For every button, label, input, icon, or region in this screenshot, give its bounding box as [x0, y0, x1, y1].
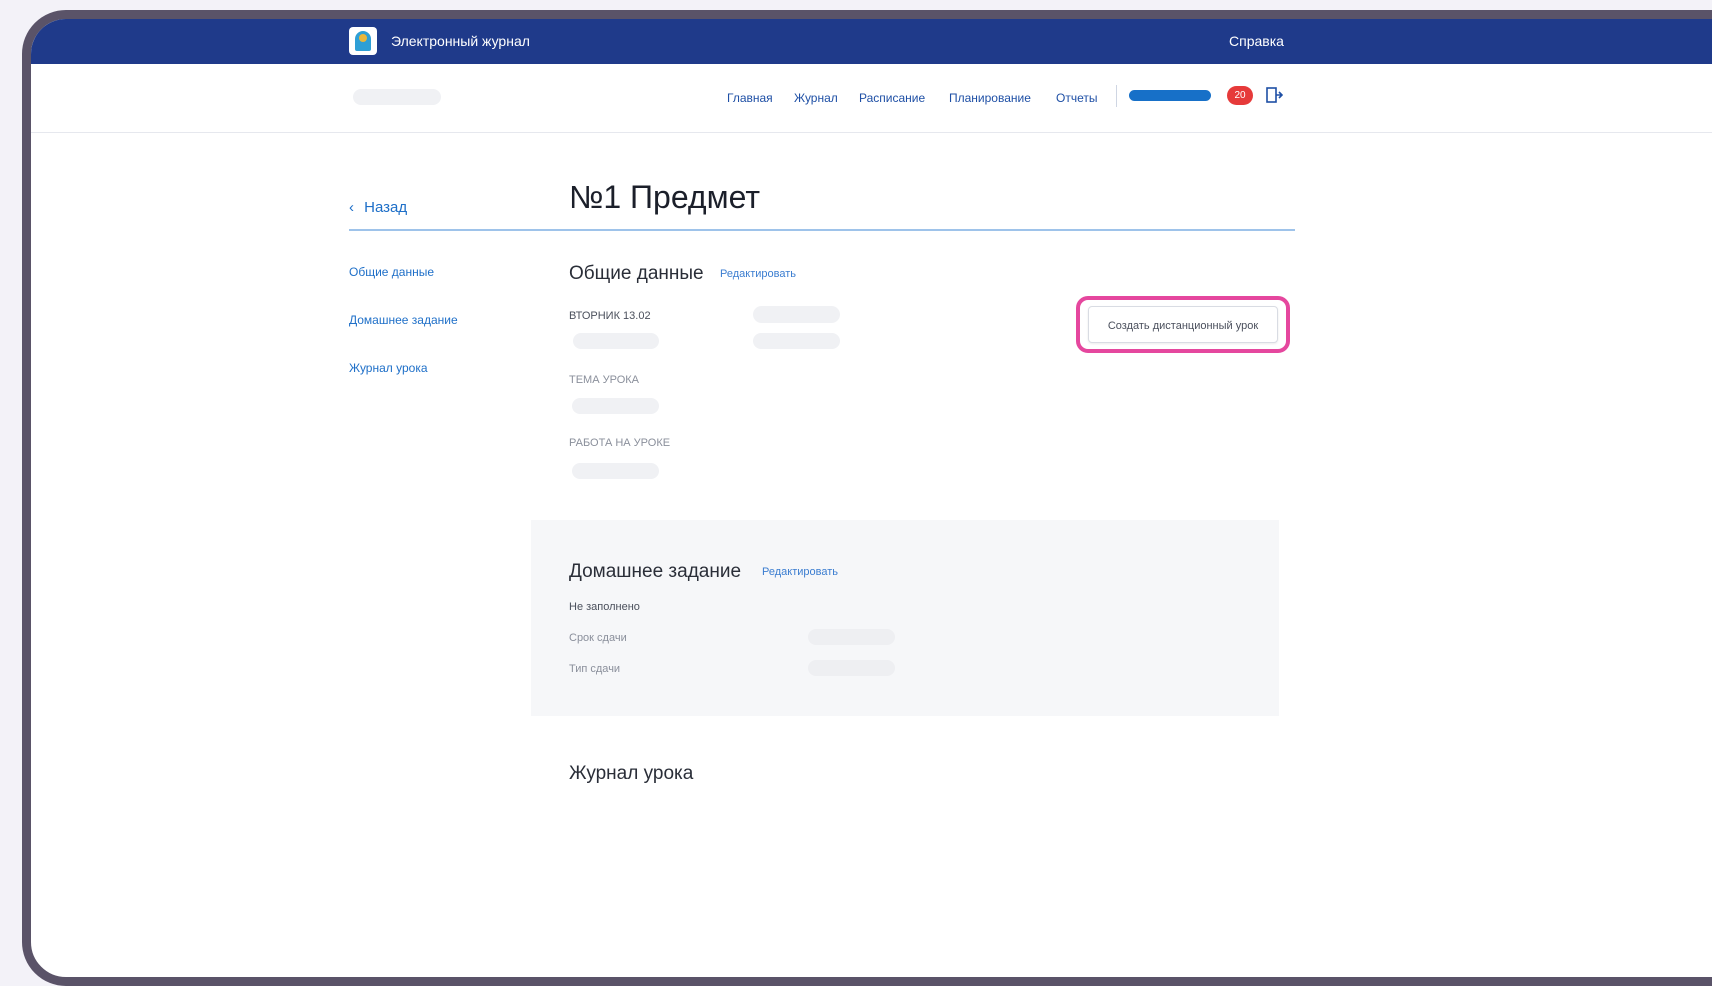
nav-item-planning[interactable]: Планирование [949, 91, 1031, 105]
lesson-work-label: РАБОТА НА УРОКЕ [569, 437, 671, 449]
notification-badge[interactable]: 20 [1227, 86, 1253, 105]
title-divider [349, 229, 1295, 231]
create-remote-lesson-button[interactable]: Создать дистанционный урок [1088, 306, 1278, 343]
user-name-placeholder[interactable] [1129, 90, 1211, 101]
homework-status: Не заполнено [569, 601, 640, 613]
homework-section-title: Домашнее задание [569, 561, 742, 582]
app-window: Электронный журнал Справка Главная Журна… [22, 10, 1712, 986]
lesson-work-placeholder [572, 463, 659, 479]
school-name-placeholder [353, 89, 441, 105]
lesson-topic-placeholder [572, 398, 659, 414]
submission-type-label: Тип сдачи [569, 663, 621, 675]
chevron-left-icon: ‹ [349, 199, 354, 216]
submission-type-placeholder [808, 660, 895, 676]
homework-panel [531, 520, 1279, 716]
nav-item-reports[interactable]: Отчеты [1056, 91, 1097, 105]
main-nav: Главная Журнал Расписание Планирование О… [31, 64, 1712, 133]
nav-divider [1116, 85, 1117, 107]
general-section-title: Общие данные [569, 263, 704, 284]
lesson-topic-label: ТЕМА УРОКА [569, 374, 639, 386]
lesson-log-section-title: Журнал урока [569, 763, 694, 784]
field-placeholder [573, 333, 659, 349]
deadline-placeholder [808, 629, 895, 645]
help-link[interactable]: Справка [1229, 33, 1284, 49]
field-placeholder [753, 306, 840, 323]
logout-icon[interactable] [1265, 86, 1283, 104]
general-edit-link[interactable]: Редактировать [720, 268, 796, 280]
deadline-label: Срок сдачи [569, 632, 627, 644]
nav-item-home[interactable]: Главная [727, 91, 773, 105]
page-title: №1 Предмет [569, 179, 760, 215]
sidebar-item-homework[interactable]: Домашнее задание [349, 313, 458, 327]
nav-item-schedule[interactable]: Расписание [859, 91, 925, 105]
top-bar: Электронный журнал Справка [31, 19, 1712, 64]
nav-item-journal[interactable]: Журнал [794, 91, 838, 105]
field-placeholder [753, 333, 840, 349]
app-title: Электронный журнал [391, 33, 530, 49]
sidebar-item-lesson-log[interactable]: Журнал урока [349, 361, 428, 375]
lesson-date-label: ВТОРНИК 13.02 [569, 310, 651, 322]
homework-edit-link[interactable]: Редактировать [762, 566, 838, 578]
app-logo-icon[interactable] [349, 27, 377, 55]
back-label: Назад [364, 199, 408, 216]
back-link[interactable]: ‹ Назад [349, 199, 407, 216]
sidebar-item-general[interactable]: Общие данные [349, 265, 434, 279]
